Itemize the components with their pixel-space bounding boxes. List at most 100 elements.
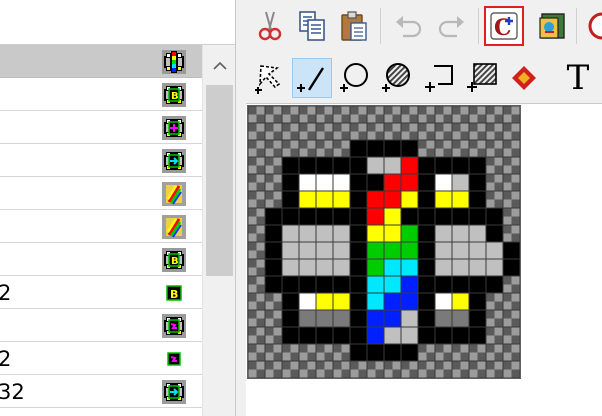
pixel[interactable] — [401, 242, 418, 259]
list-item[interactable]: 32 — [0, 375, 202, 408]
transparent-pixel[interactable] — [486, 106, 495, 115]
pixel[interactable] — [265, 259, 282, 276]
transparent-pixel[interactable] — [511, 310, 521, 319]
transparent-pixel[interactable] — [494, 165, 504, 175]
transparent-pixel[interactable] — [511, 216, 521, 226]
transparent-pixel[interactable] — [256, 182, 266, 192]
pixel[interactable] — [384, 276, 401, 293]
transparent-pixel[interactable] — [265, 335, 274, 345]
list-item[interactable]: B — [0, 78, 202, 111]
transparent-pixel[interactable] — [341, 114, 351, 124]
line-tool[interactable] — [292, 58, 332, 98]
transparent-pixel[interactable] — [435, 344, 444, 353]
transparent-pixel[interactable] — [469, 361, 478, 370]
pixel[interactable] — [333, 327, 350, 344]
undo-button[interactable] — [388, 6, 428, 46]
transparent-pixel[interactable] — [511, 157, 521, 166]
transparent-pixel[interactable] — [265, 352, 274, 362]
pixel[interactable] — [384, 242, 401, 259]
pixel[interactable] — [418, 208, 435, 225]
pixel[interactable] — [469, 208, 486, 225]
transparent-pixel[interactable] — [418, 114, 427, 124]
transparent-pixel[interactable] — [426, 361, 436, 370]
transparent-pixel[interactable] — [265, 318, 274, 328]
transparent-pixel[interactable] — [282, 369, 291, 379]
transparent-pixel[interactable] — [256, 131, 266, 141]
transparent-pixel[interactable] — [486, 327, 495, 336]
transparent-pixel[interactable] — [248, 225, 257, 234]
transparent-pixel[interactable] — [316, 369, 325, 379]
pixel[interactable] — [350, 327, 367, 344]
pixel[interactable] — [452, 157, 469, 174]
transparent-pixel[interactable] — [324, 106, 334, 115]
transparent-pixel[interactable] — [248, 284, 257, 294]
pixel[interactable] — [452, 293, 469, 310]
transparent-pixel[interactable] — [511, 165, 521, 175]
transparent-pixel[interactable] — [299, 140, 308, 149]
transparent-pixel[interactable] — [477, 106, 487, 115]
transparent-pixel[interactable] — [443, 131, 453, 141]
pixel[interactable] — [486, 208, 503, 225]
pixel[interactable] — [367, 293, 384, 310]
transparent-pixel[interactable] — [486, 174, 495, 183]
transparent-pixel[interactable] — [248, 106, 257, 115]
pixel[interactable] — [469, 276, 486, 293]
color-picker-button[interactable]: C — [484, 6, 524, 46]
transparent-pixel[interactable] — [265, 182, 274, 192]
transparent-pixel[interactable] — [248, 114, 257, 124]
transparent-pixel[interactable] — [503, 199, 512, 209]
pixel[interactable] — [486, 276, 503, 293]
transparent-pixel[interactable] — [469, 352, 478, 362]
transparent-pixel[interactable] — [494, 182, 504, 192]
pixel[interactable] — [316, 259, 333, 276]
pixel[interactable] — [486, 225, 503, 242]
transparent-pixel[interactable] — [503, 208, 512, 217]
transparent-pixel[interactable] — [333, 352, 342, 362]
transparent-pixel[interactable] — [256, 140, 266, 149]
transparent-pixel[interactable] — [324, 369, 334, 379]
pixel[interactable] — [418, 327, 435, 344]
transparent-pixel[interactable] — [358, 131, 368, 141]
transparent-pixel[interactable] — [256, 267, 266, 277]
transparent-pixel[interactable] — [367, 123, 376, 132]
transparent-pixel[interactable] — [367, 114, 376, 124]
transparent-pixel[interactable] — [452, 344, 461, 353]
pixel[interactable] — [350, 140, 367, 157]
pixel[interactable] — [299, 242, 316, 259]
transparent-pixel[interactable] — [358, 361, 368, 370]
transparent-pixel[interactable] — [511, 301, 521, 311]
transparent-pixel[interactable] — [503, 216, 512, 226]
transparent-pixel[interactable] — [426, 140, 436, 149]
transparent-pixel[interactable] — [477, 369, 487, 379]
pixel[interactable] — [350, 157, 367, 174]
transparent-pixel[interactable] — [418, 361, 427, 370]
transparent-pixel[interactable] — [256, 106, 266, 115]
text-tool[interactable]: T — [558, 58, 598, 98]
transparent-pixel[interactable] — [256, 216, 266, 226]
transparent-pixel[interactable] — [282, 361, 291, 370]
transparent-pixel[interactable] — [273, 106, 283, 115]
transparent-pixel[interactable] — [452, 114, 461, 124]
transparent-pixel[interactable] — [494, 318, 504, 328]
pixel[interactable] — [282, 276, 299, 293]
transparent-pixel[interactable] — [248, 242, 257, 251]
transparent-pixel[interactable] — [307, 148, 317, 158]
transparent-pixel[interactable] — [350, 361, 359, 370]
transparent-pixel[interactable] — [350, 131, 359, 141]
pixel[interactable] — [418, 276, 435, 293]
pixel[interactable] — [469, 174, 486, 191]
transparent-pixel[interactable] — [341, 123, 351, 132]
pixel[interactable] — [282, 208, 299, 225]
pixel[interactable] — [367, 225, 384, 242]
transparent-pixel[interactable] — [452, 369, 461, 379]
pixel[interactable] — [333, 276, 350, 293]
transparent-pixel[interactable] — [248, 369, 257, 379]
transparent-pixel[interactable] — [341, 369, 351, 379]
pixel[interactable] — [469, 242, 486, 259]
pixel[interactable] — [350, 191, 367, 208]
transparent-pixel[interactable] — [248, 327, 257, 336]
pixel[interactable] — [486, 242, 503, 259]
transparent-pixel[interactable] — [435, 148, 444, 158]
pixel[interactable] — [282, 293, 299, 310]
pixel[interactable] — [435, 293, 452, 310]
